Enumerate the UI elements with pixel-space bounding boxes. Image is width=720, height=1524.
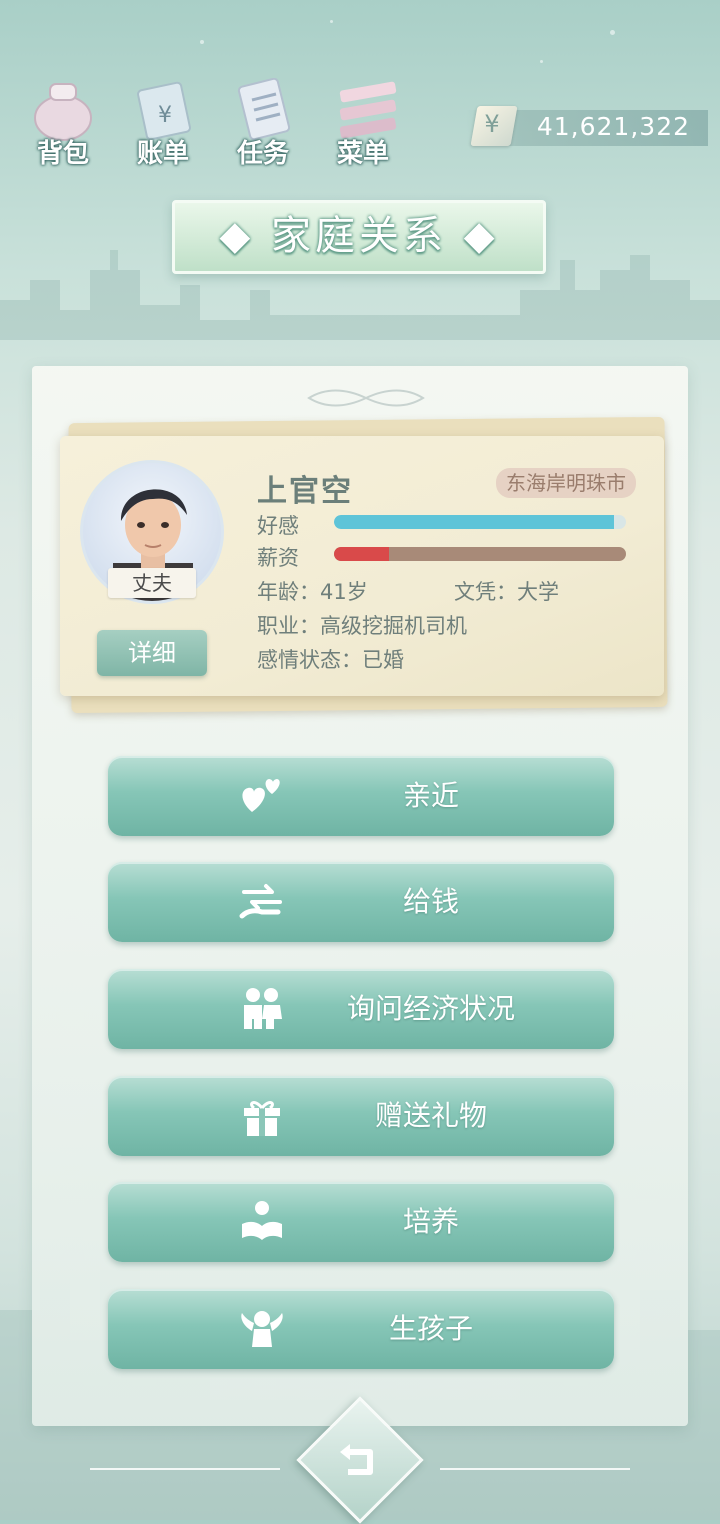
bill-button[interactable]: ¥ 账单 — [118, 78, 208, 170]
action-button-give-money[interactable]: 给钱 — [108, 862, 614, 942]
job-text: 职业：高级挖掘机司机 — [257, 614, 467, 638]
bill-label: 账单 — [136, 139, 189, 169]
task-label: 任务 — [236, 139, 289, 169]
yen-icon: ¥ — [470, 106, 518, 146]
action-label: 赠送礼物 — [374, 1099, 487, 1132]
person-name: 上官空 — [257, 474, 353, 509]
city-badge: 东海岸明珠市 — [496, 468, 636, 498]
divider-right — [440, 1468, 630, 1470]
salary-bar-fill — [334, 547, 390, 561]
affection-bar-fill — [334, 515, 615, 529]
action-button-cultivate[interactable]: 培养 — [108, 1182, 614, 1262]
age-text: 年龄：41岁 — [257, 580, 368, 604]
action-label: 培养 — [402, 1205, 459, 1238]
task-button[interactable]: 任务 — [218, 78, 308, 170]
salary-bar — [334, 547, 626, 561]
ornament-icon — [307, 389, 425, 407]
svg-text:¥: ¥ — [158, 103, 172, 128]
action-label: 亲近 — [402, 779, 459, 812]
action-button-give-gift[interactable]: 赠送礼物 — [108, 1076, 614, 1156]
money-value: 41,621,322 — [536, 112, 690, 141]
affection-label: 好感 — [257, 514, 299, 538]
detail-button[interactable]: 详细 — [97, 630, 207, 676]
page-title: ◆ 家庭关系 ◆ — [172, 200, 546, 274]
bag-label: 背包 — [36, 139, 89, 169]
bag-button[interactable]: 背包 — [18, 78, 108, 170]
return-arrow-icon — [340, 1444, 373, 1475]
divider-left — [90, 1468, 280, 1470]
action-label: 询问经济状况 — [346, 992, 515, 1025]
menu-label: 菜单 — [336, 139, 389, 169]
education-text: 文凭：大学 — [454, 580, 559, 604]
affection-bar — [334, 515, 626, 529]
action-button-ask-finances[interactable]: 询问经济状况 — [108, 969, 614, 1049]
action-label: 给钱 — [402, 885, 459, 918]
action-label: 生孩子 — [388, 1312, 473, 1345]
role-tag: 丈夫 — [108, 568, 196, 598]
menu-button[interactable]: 菜单 — [318, 78, 408, 170]
action-button-have-child[interactable]: 生孩子 — [108, 1289, 614, 1369]
action-button-intimacy[interactable]: 亲近 — [108, 756, 614, 836]
relationship-text: 感情状态：已婚 — [257, 648, 404, 672]
salary-label: 薪资 — [257, 546, 299, 570]
